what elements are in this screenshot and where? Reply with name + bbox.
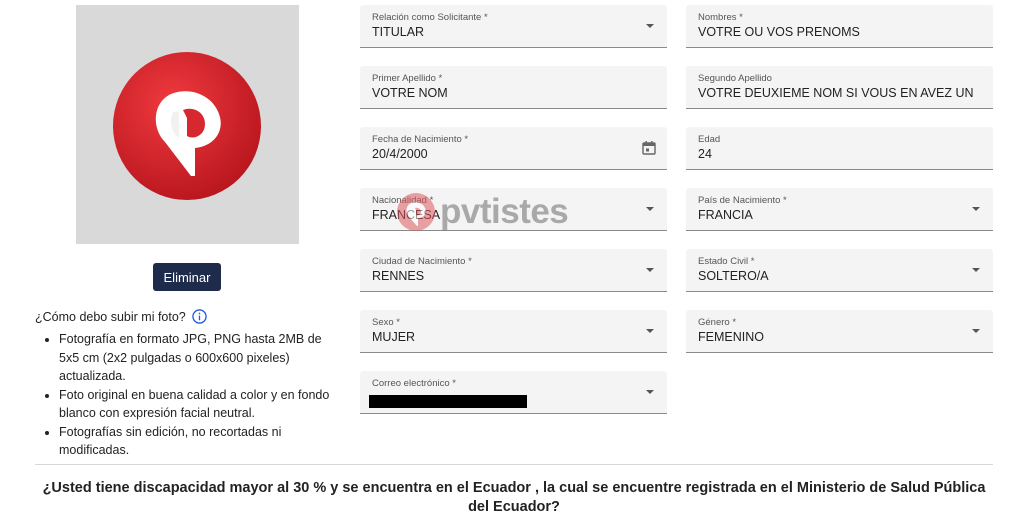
field-label: Primer Apellido *: [372, 73, 443, 84]
dropdown-arrow-icon[interactable]: [646, 207, 654, 211]
delete-photo-button[interactable]: Eliminar: [153, 263, 221, 291]
list-item: Fotografía en formato JPG, PNG hasta 2MB…: [59, 330, 345, 386]
primer-apellido-field[interactable]: Primer Apellido * VOTRE NOM: [360, 66, 667, 109]
field-value: RENNES: [372, 269, 425, 283]
field-value: FRANCIA: [698, 208, 753, 222]
genero-select[interactable]: Género * FEMENINO: [686, 310, 993, 353]
field-value: VOTRE DEUXIEME NOM SI VOUS EN AVEZ UN: [698, 86, 974, 100]
field-label: Segundo Apellido: [698, 73, 772, 84]
watermark: pvtistes: [396, 192, 569, 232]
photo-help-question: ¿Cómo debo subir mi foto?: [35, 309, 345, 324]
pvtistes-logo-image: [113, 52, 261, 200]
field-value: FEMENINO: [698, 330, 764, 344]
dropdown-arrow-icon[interactable]: [646, 24, 654, 28]
field-label: País de Nacimiento *: [698, 195, 787, 206]
field-label: Sexo *: [372, 317, 400, 328]
field-value: VOTRE OU VOS PRENOMS: [698, 25, 860, 39]
photo-help-list: Fotografía en formato JPG, PNG hasta 2MB…: [35, 330, 345, 460]
calendar-icon[interactable]: [641, 140, 657, 156]
dropdown-arrow-icon[interactable]: [972, 329, 980, 333]
dropdown-arrow-icon[interactable]: [646, 390, 654, 394]
list-item: Foto original en buena calidad a color y…: [59, 386, 345, 423]
disability-question: ¿Usted tiene discapacidad mayor al 30 % …: [42, 480, 986, 515]
dropdown-arrow-icon[interactable]: [972, 207, 980, 211]
field-value: SOLTERO/A: [698, 269, 769, 283]
nombres-field[interactable]: Nombres * VOTRE OU VOS PRENOMS: [686, 5, 993, 48]
edad-field[interactable]: Edad 24: [686, 127, 993, 170]
info-icon[interactable]: [192, 309, 207, 324]
pais-nacimiento-select[interactable]: País de Nacimiento * FRANCIA: [686, 188, 993, 231]
field-value: 24: [698, 147, 712, 161]
correo-select[interactable]: Correo electrónico *: [360, 371, 667, 414]
list-item: Fotografías sin edición, no recortadas n…: [59, 423, 345, 460]
field-label: Edad: [698, 134, 721, 145]
dropdown-arrow-icon[interactable]: [646, 329, 654, 333]
watermark-logo-icon: [397, 193, 435, 231]
photo-help: ¿Cómo debo subir mi foto? Fotografía en …: [35, 309, 345, 460]
field-label: Género *: [698, 317, 737, 328]
field-label: Estado Civil *: [698, 256, 755, 267]
sexo-select[interactable]: Sexo * MUJER: [360, 310, 667, 353]
uploaded-photo: [76, 5, 299, 244]
field-value: MUJER: [372, 330, 416, 344]
estado-civil-select[interactable]: Estado Civil * SOLTERO/A: [686, 249, 993, 292]
field-value: 20/4/2000: [372, 147, 428, 161]
dropdown-arrow-icon[interactable]: [972, 268, 980, 272]
field-label: Ciudad de Nacimiento *: [372, 256, 472, 267]
field-value: VOTRE NOM: [372, 86, 448, 100]
photo-help-question-text: ¿Cómo debo subir mi foto?: [35, 309, 186, 324]
dropdown-arrow-icon[interactable]: [646, 268, 654, 272]
relacion-select[interactable]: Relación como Solicitante * TITULAR: [360, 5, 667, 48]
watermark-text: pvtistes: [440, 192, 569, 231]
redacted-value: [369, 395, 527, 408]
field-label: Correo electrónico *: [372, 378, 456, 389]
field-value: TITULAR: [372, 25, 425, 39]
field-label: Nombres *: [698, 12, 743, 23]
field-label: Fecha de Nacimiento *: [372, 134, 469, 145]
field-label: Relación como Solicitante *: [372, 12, 488, 23]
segundo-apellido-field[interactable]: Segundo Apellido VOTRE DEUXIEME NOM SI V…: [686, 66, 993, 109]
fecha-nacimiento-field[interactable]: Fecha de Nacimiento * 20/4/2000: [360, 127, 667, 170]
ciudad-nacimiento-select[interactable]: Ciudad de Nacimiento * RENNES: [360, 249, 667, 292]
section-divider: [35, 464, 993, 465]
